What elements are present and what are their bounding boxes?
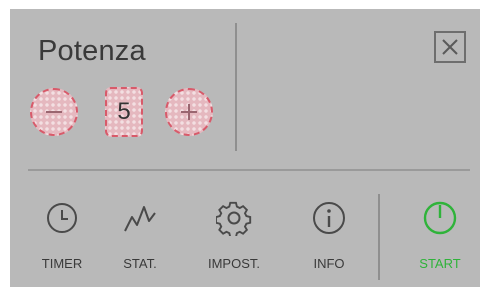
power-title: Potenza: [38, 35, 146, 67]
power-value: 5: [105, 87, 143, 137]
nav-stats-label: STAT.: [123, 256, 157, 271]
clock-icon: [43, 199, 81, 237]
horizontal-divider: [28, 169, 470, 171]
start-button[interactable]: START: [400, 199, 480, 279]
close-button[interactable]: [434, 31, 466, 63]
gear-icon: [215, 199, 253, 237]
nav-stats[interactable]: STAT.: [100, 199, 180, 279]
close-icon: [442, 39, 458, 55]
nav-timer-label: TIMER: [41, 256, 83, 271]
plus-icon: [181, 104, 197, 120]
control-panel: Potenza 5 TIMER STAT. IMPOST. INFO START: [10, 9, 480, 287]
power-icon: [421, 199, 459, 237]
nav-settings-label: IMPOST.: [207, 256, 260, 271]
start-label: START: [419, 256, 461, 271]
nav-timer[interactable]: TIMER: [22, 199, 102, 279]
vertical-divider-bottom: [378, 194, 380, 280]
zigzag-chart-icon: [121, 199, 159, 237]
nav-settings[interactable]: IMPOST.: [194, 199, 274, 279]
nav-info[interactable]: INFO: [289, 199, 369, 279]
decrease-power-button[interactable]: [30, 88, 78, 136]
nav-info-label: INFO: [313, 256, 345, 271]
minus-icon: [46, 111, 62, 113]
increase-power-button[interactable]: [165, 88, 213, 136]
vertical-divider-top: [235, 23, 237, 151]
info-icon: [310, 199, 348, 237]
